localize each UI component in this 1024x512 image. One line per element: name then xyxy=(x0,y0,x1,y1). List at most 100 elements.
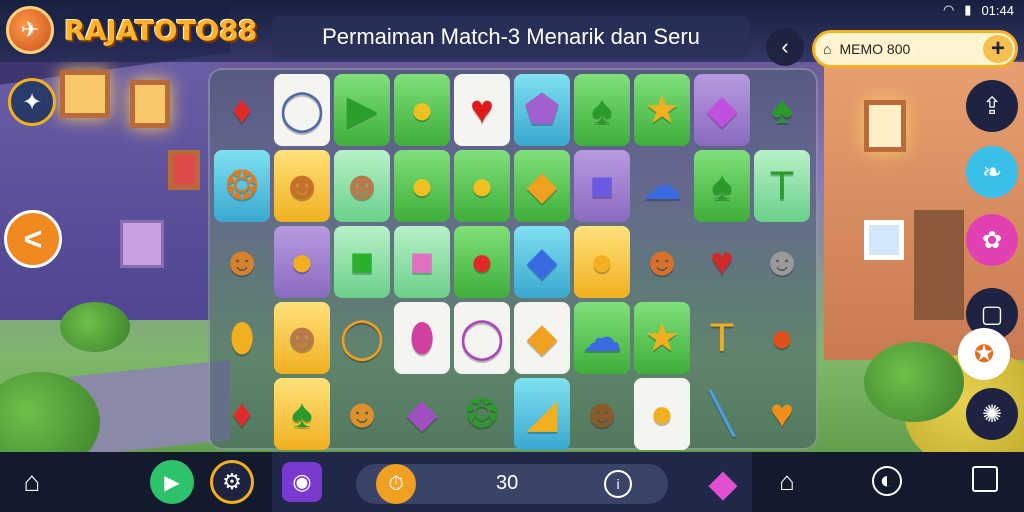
tile-r3-c2[interactable]: ◯ xyxy=(334,302,390,374)
tile-gem-icon: ⬟ xyxy=(524,88,560,132)
add-button[interactable]: + xyxy=(983,35,1013,63)
tile-r1-c6[interactable]: ■ xyxy=(574,150,630,222)
tile-gem-icon: ● xyxy=(589,240,615,284)
tile-r4-c4[interactable]: ❂ xyxy=(454,378,510,450)
tile-r1-c2[interactable]: ☻ xyxy=(334,150,390,222)
compass-icon: ✦ xyxy=(21,88,43,116)
tile-r1-c4[interactable]: ● xyxy=(454,150,510,222)
tile-r2-c6[interactable]: ● xyxy=(574,226,630,298)
tile-r1-c9[interactable]: T xyxy=(754,150,810,222)
tile-r2-c5[interactable]: ◆ xyxy=(514,226,570,298)
tile-r0-c6[interactable]: ♠ xyxy=(574,74,630,146)
page-title: Permaiman Match-3 Menarik dan Seru xyxy=(272,16,750,58)
tile-r2-c2[interactable]: ■ xyxy=(334,226,390,298)
tile-r1-c3[interactable]: ● xyxy=(394,150,450,222)
tile-r2-c4[interactable]: ● xyxy=(454,226,510,298)
tile-r4-c7[interactable]: ● xyxy=(634,378,690,450)
tile-r4-c5[interactable]: ◢ xyxy=(514,378,570,450)
tile-r0-c7[interactable]: ★ xyxy=(634,74,690,146)
tile-gem-icon: ╲ xyxy=(709,392,735,436)
tile-gem-icon: ◆ xyxy=(406,392,438,436)
tile-gem-icon: ■ xyxy=(589,164,615,208)
tile-r2-c9[interactable]: ☻ xyxy=(754,226,810,298)
tile-gem-icon: ■ xyxy=(349,240,375,284)
tile-r4-c1[interactable]: ♠ xyxy=(274,378,330,450)
nav-home-icon[interactable]: ⌂ xyxy=(772,466,802,496)
tile-r3-c8[interactable]: T xyxy=(694,302,750,374)
square-icon: ▢ xyxy=(980,300,1004,328)
tile-r2-c3[interactable]: ■ xyxy=(394,226,450,298)
compass-button[interactable]: ✦ xyxy=(8,78,56,126)
tile-r1-c0[interactable]: ❂ xyxy=(214,150,270,222)
info-button[interactable]: i xyxy=(604,470,632,498)
home-button[interactable]: ⌂ xyxy=(14,464,50,500)
tile-r2-c0[interactable]: ☻ xyxy=(214,226,270,298)
tile-r3-c3[interactable]: ⬮ xyxy=(394,302,450,374)
share-button[interactable]: ⇪ xyxy=(966,80,1018,132)
tile-r0-c5[interactable]: ⬟ xyxy=(514,74,570,146)
tile-r2-c1[interactable]: ● xyxy=(274,226,330,298)
tile-r0-c3[interactable]: ● xyxy=(394,74,450,146)
tile-r1-c1[interactable]: ☻ xyxy=(274,150,330,222)
tile-r1-c8[interactable]: ♠ xyxy=(694,150,750,222)
tile-r4-c6[interactable]: ☻ xyxy=(574,378,630,450)
tile-gem-icon: ♠ xyxy=(771,88,793,132)
game-board: ♦ ◯ ▶ ● ♥ ⬟ ♠ ★ ◆ ♠ ❂ ☻ ☻ ● ● ◆ ■ ☁ ♠ T ☻ ● ■ ■ ● ◆ ● ☻ ♥ ☻ ⬮ ☻ ◯ ⬮ ◯ ◆ ☁ ★ T ●… xyxy=(208,68,818,450)
tile-gem-icon: ☻ xyxy=(640,240,684,284)
puzzle-button[interactable]: ✿ xyxy=(966,214,1018,266)
tile-r0-c1[interactable]: ◯ xyxy=(274,74,330,146)
loading-button[interactable]: ✺ xyxy=(966,388,1018,440)
back-button[interactable]: ‹ xyxy=(766,28,804,66)
tile-r0-c2[interactable]: ▶ xyxy=(334,74,390,146)
tile-r3-c6[interactable]: ☁ xyxy=(574,302,630,374)
tile-r4-c0[interactable]: ♦ xyxy=(214,378,270,450)
tile-r0-c4[interactable]: ♥ xyxy=(454,74,510,146)
tile-r4-c9[interactable]: ♥ xyxy=(754,378,810,450)
tile-r2-c8[interactable]: ♥ xyxy=(694,226,750,298)
tile-r2-c7[interactable]: ☻ xyxy=(634,226,690,298)
tile-gem-icon: ☻ xyxy=(340,164,384,208)
search-input[interactable]: ⌂ MEMO 800 + xyxy=(812,30,1018,68)
tile-gem-icon: ♠ xyxy=(711,164,733,208)
tile-r1-c7[interactable]: ☁ xyxy=(634,150,690,222)
tile-r3-c5[interactable]: ◆ xyxy=(514,302,570,374)
tile-gem-icon: ☻ xyxy=(280,164,324,208)
squirrel-button[interactable]: ✪ xyxy=(958,328,1010,380)
tile-r3-c4[interactable]: ◯ xyxy=(454,302,510,374)
tile-r4-c8[interactable]: ╲ xyxy=(694,378,750,450)
tile-r0-c9[interactable]: ♠ xyxy=(754,74,810,146)
tile-r4-c3[interactable]: ◆ xyxy=(394,378,450,450)
tile-r4-c2[interactable]: ☻ xyxy=(334,378,390,450)
tile-r3-c1[interactable]: ☻ xyxy=(274,302,330,374)
back-arrow-button[interactable]: < xyxy=(4,210,62,268)
tile-gem-icon: ♥ xyxy=(470,88,494,132)
tile-gem-icon: ● xyxy=(469,164,495,208)
tile-gem-icon: ● xyxy=(769,316,795,360)
share-icon: ⇪ xyxy=(981,92,1003,120)
tile-gem-icon: ◆ xyxy=(526,240,558,284)
tile-r3-c9[interactable]: ● xyxy=(754,302,810,374)
logo-icon: ✈ xyxy=(6,6,54,54)
nav-recent-icon[interactable] xyxy=(972,466,998,492)
tile-gem-icon: ◆ xyxy=(706,88,738,132)
leaf-button[interactable]: ❧ xyxy=(966,146,1018,198)
brand-title: RAJATOTO88 xyxy=(64,14,257,47)
tile-gem-icon: ⬮ xyxy=(229,316,255,360)
search-text: MEMO 800 xyxy=(839,41,911,57)
play-button[interactable]: ▶ xyxy=(150,460,194,504)
tile-r0-c8[interactable]: ◆ xyxy=(694,74,750,146)
tile-r3-c0[interactable]: ⬮ xyxy=(214,302,270,374)
tile-r3-c7[interactable]: ★ xyxy=(634,302,690,374)
settings-button[interactable]: ⚙ xyxy=(210,460,254,504)
timer-icon: ⏱ xyxy=(376,464,416,504)
leaf-icon: ❧ xyxy=(981,158,1003,186)
gem-icon[interactable]: ◆ xyxy=(702,462,744,505)
moves-counter: ⏱ 30 i xyxy=(356,464,668,504)
tile-r0-c0[interactable]: ♦ xyxy=(214,74,270,146)
chevron-left-icon: ‹ xyxy=(781,34,789,59)
tile-gem-icon: ☻ xyxy=(760,240,804,284)
nav-compass-icon[interactable]: ◐ xyxy=(872,466,902,496)
tile-r1-c5[interactable]: ◆ xyxy=(514,150,570,222)
lock-icon: ⌂ xyxy=(823,41,832,57)
camera-button[interactable]: ◉ xyxy=(282,462,322,502)
